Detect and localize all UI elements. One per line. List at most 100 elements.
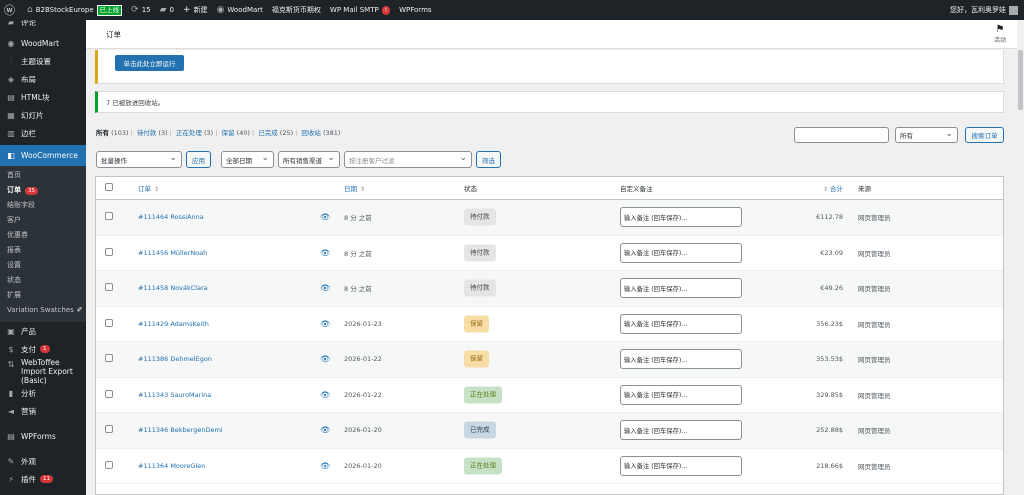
user-account-link[interactable]: 您好，瓦利奥罗娃 bbox=[950, 0, 1018, 20]
filter-completed[interactable]: 已完成 bbox=[258, 129, 278, 137]
menu-comments[interactable]: ▰ 评论 bbox=[0, 20, 86, 27]
note-input[interactable]: 输入备注 (回车保存)... bbox=[620, 207, 742, 228]
new-content-link[interactable]: + 新建 bbox=[183, 5, 208, 15]
preview-eye-icon[interactable]: 👁 bbox=[320, 461, 330, 470]
wpforms-link[interactable]: WPForms bbox=[399, 6, 431, 14]
site-name-link[interactable]: ⌂ B2BStockEurope 已上线 bbox=[27, 4, 123, 16]
note-input[interactable]: 输入备注 (回车保存)... bbox=[620, 242, 742, 263]
column-order[interactable]: 订单 ⇕ bbox=[138, 183, 159, 193]
submenu-extensions[interactable]: 扩展 bbox=[0, 288, 86, 303]
filter-on-hold[interactable]: 保留 bbox=[222, 129, 235, 137]
filter-button[interactable]: 筛选 bbox=[476, 151, 501, 168]
filter-all[interactable]: 所有 bbox=[96, 129, 109, 137]
menu-theme-settings[interactable]: ⫶ 主题设置 bbox=[0, 52, 86, 70]
run-now-button[interactable]: 单击此处立即运行 bbox=[115, 55, 184, 71]
menu-layouts[interactable]: ◈ 布局 bbox=[0, 70, 86, 88]
order-link[interactable]: #111346 BekbergenDemi bbox=[138, 426, 223, 434]
menu-appearance[interactable]: ✎ 外观 bbox=[0, 452, 86, 470]
updates-link[interactable]: ⟳ 15 bbox=[131, 5, 150, 15]
row-checkbox[interactable] bbox=[105, 247, 113, 258]
submenu-variation-swatches[interactable]: Variation Swatches ✐ bbox=[0, 303, 86, 318]
channel-filter-select[interactable]: 所有销售渠道 bbox=[278, 151, 340, 168]
order-link[interactable]: #111464 RossiAnna bbox=[138, 213, 204, 221]
filter-count: (381) bbox=[322, 129, 341, 137]
page-scrollbar[interactable] bbox=[1017, 20, 1024, 495]
note-input[interactable]: 输入备注 (回车保存)... bbox=[620, 349, 742, 370]
table-row[interactable]: #111429 AdamsKeith 👁 2026-01-23 保留 输入备注 (回车保… bbox=[96, 307, 1003, 342]
order-link[interactable]: #111429 AdamsKeith bbox=[138, 320, 209, 328]
table-row[interactable]: #111386 DehmelEgon 👁 2026-01-22 保留 输入备注 (回车保… bbox=[96, 342, 1003, 378]
preview-eye-icon[interactable]: 👁 bbox=[320, 213, 330, 222]
menu-html-blocks[interactable]: ▤ HTML块 bbox=[0, 88, 86, 106]
preview-eye-icon[interactable]: 👁 bbox=[320, 355, 330, 364]
menu-sidebars[interactable]: ▥ 边栏 bbox=[0, 124, 86, 142]
menu-webtoffee[interactable]: ⇅ WebToffee Import Export (Basic) bbox=[0, 358, 86, 385]
menu-wpforms[interactable]: ▤ WPForms bbox=[0, 427, 86, 445]
submenu-orders[interactable]: 订单 35 bbox=[0, 183, 86, 198]
filter-pending[interactable]: 待付款 bbox=[137, 129, 157, 137]
submenu-checkout-fields[interactable]: 结账字段 bbox=[0, 198, 86, 213]
order-link[interactable]: #111458 NovákClara bbox=[138, 284, 208, 292]
note-input[interactable]: 输入备注 (回车保存)... bbox=[620, 384, 742, 405]
menu-products[interactable]: ▣ 产品 bbox=[0, 322, 86, 340]
row-checkbox[interactable] bbox=[105, 425, 113, 435]
column-total[interactable]: ⇕ 合计 bbox=[776, 183, 843, 193]
table-row[interactable]: #111343 SauroMarina 👁 2026-01-22 正在处理 输入备注 (… bbox=[96, 378, 1003, 413]
order-link[interactable]: #111456 MüllerNoah bbox=[138, 249, 207, 257]
order-search-input[interactable] bbox=[794, 127, 889, 143]
search-orders-button[interactable]: 搜索订单 bbox=[965, 127, 1004, 143]
column-date[interactable]: 日期 ⇕ bbox=[344, 183, 365, 193]
submenu-settings[interactable]: 设置 bbox=[0, 258, 86, 273]
note-input[interactable]: 输入备注 (回车保存)... bbox=[620, 420, 742, 441]
menu-payments[interactable]: $ 支付 1 bbox=[0, 340, 86, 358]
scrollbar-thumb[interactable] bbox=[1018, 50, 1023, 110]
table-row[interactable]: #111464 RossiAnna 👁 8 分 之前 待付款 输入备注 (回车保存)..… bbox=[96, 200, 1003, 236]
filter-processing[interactable]: 正在处理 bbox=[176, 129, 202, 137]
woodmart-link[interactable]: ◉ WoodMart bbox=[217, 5, 263, 15]
wordpress-logo-icon[interactable]: ⓦ bbox=[4, 2, 18, 18]
preview-eye-icon[interactable]: 👁 bbox=[320, 319, 330, 328]
menu-marketing[interactable]: ◄ 营销 bbox=[0, 402, 86, 420]
note-input[interactable]: 输入备注 (回车保存)... bbox=[620, 455, 742, 476]
preview-eye-icon[interactable]: 👁 bbox=[320, 390, 330, 399]
order-link[interactable]: #111343 SauroMarina bbox=[138, 391, 211, 399]
comments-link[interactable]: ▰ 0 bbox=[160, 5, 174, 15]
preview-eye-icon[interactable]: 👁 bbox=[320, 284, 330, 293]
submenu-status[interactable]: 状态 bbox=[0, 273, 86, 288]
order-link[interactable]: #111386 DehmelEgon bbox=[138, 355, 212, 363]
preview-eye-icon[interactable]: 👁 bbox=[320, 248, 330, 257]
submenu-reports[interactable]: 报表 bbox=[0, 243, 86, 258]
bulk-action-select[interactable]: 批量操作 bbox=[96, 151, 182, 168]
submenu-home[interactable]: 首页 bbox=[0, 168, 86, 183]
row-checkbox[interactable] bbox=[105, 283, 113, 293]
table-row[interactable]: #111346 BekbergenDemi 👁 2026-01-20 已完成 输入备注 … bbox=[96, 413, 1003, 449]
table-row[interactable]: #111458 NovákClara 👁 8 分 之前 待付款 输入备注 (回车保存).… bbox=[96, 271, 1003, 307]
row-checkbox[interactable] bbox=[105, 212, 113, 222]
menu-analytics[interactable]: ▮ 分析 bbox=[0, 384, 86, 402]
smtp-link[interactable]: WP Mail SMTP ! bbox=[330, 5, 391, 15]
table-row[interactable]: #111456 MüllerNoah 👁 8 分 之前 待付款 输入备注 (回车保存).… bbox=[96, 236, 1003, 271]
table-row[interactable]: #111364 MooreGlen 👁 2026-01-20 正在处理 输入备注 (回车… bbox=[96, 449, 1003, 484]
menu-slides[interactable]: ▦ 幻灯片 bbox=[0, 106, 86, 124]
select-all-checkbox[interactable] bbox=[105, 183, 113, 193]
date-filter-select[interactable]: 全部日期 bbox=[221, 151, 274, 168]
menu-woocommerce[interactable]: ◧ WooCommerce bbox=[0, 145, 86, 166]
submenu-customers[interactable]: 客户 bbox=[0, 213, 86, 228]
activity-button[interactable]: ⚑ 活动 bbox=[991, 24, 1009, 44]
note-input[interactable]: 输入备注 (回车保存)... bbox=[620, 278, 742, 299]
row-checkbox[interactable] bbox=[105, 389, 113, 400]
menu-woodmart[interactable]: ◉ WoodMart bbox=[0, 34, 86, 52]
menu-plugins[interactable]: ⚡ 插件 11 bbox=[0, 470, 86, 488]
search-scope-select[interactable]: 所有 bbox=[895, 127, 958, 143]
apply-button[interactable]: 应用 bbox=[186, 151, 211, 168]
order-link[interactable]: #111364 MooreGlen bbox=[138, 462, 205, 470]
preview-eye-icon[interactable]: 👁 bbox=[320, 426, 330, 435]
filter-trash[interactable]: 回收站 bbox=[301, 129, 321, 137]
plugin-link[interactable]: 福克斯货币期权 bbox=[272, 5, 321, 15]
customer-filter-select[interactable]: 按注册客户过滤 bbox=[344, 151, 472, 168]
note-input[interactable]: 输入备注 (回车保存)... bbox=[620, 313, 742, 334]
submenu-coupons[interactable]: 优惠券 bbox=[0, 228, 86, 243]
row-checkbox[interactable] bbox=[105, 354, 113, 364]
row-checkbox[interactable] bbox=[105, 318, 113, 329]
row-checkbox[interactable] bbox=[105, 460, 113, 471]
